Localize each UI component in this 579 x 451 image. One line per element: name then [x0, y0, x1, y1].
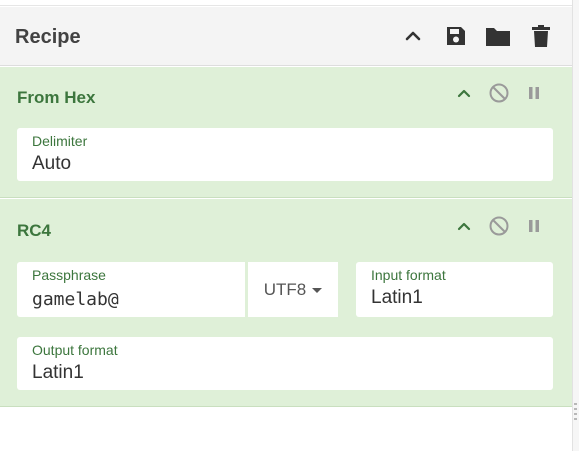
resize-grip — [574, 403, 577, 405]
collapse-all-button[interactable] — [398, 21, 428, 51]
operation-rc4[interactable]: RC4 Passphrase gamelab@ UTF8 Input forma… — [0, 199, 572, 407]
field-label: Output format — [32, 342, 118, 358]
pause-icon — [529, 87, 539, 99]
chevron-up-icon — [457, 222, 471, 231]
op-breakpoint-button[interactable] — [521, 213, 547, 239]
resize-grip — [574, 413, 577, 415]
passphrase-input[interactable]: gamelab@ — [32, 289, 119, 310]
output-format-field[interactable]: Output format Latin1 — [17, 337, 553, 390]
chevron-up-icon — [457, 89, 471, 98]
operation-title: RC4 — [17, 221, 52, 240]
passphrase-field[interactable]: Passphrase gamelab@ UTF8 — [17, 262, 338, 317]
operation-from-hex[interactable]: From Hex Delimiter Auto — [0, 67, 572, 198]
panel-resize-gutter[interactable] — [572, 0, 579, 451]
caret-down-icon — [312, 287, 323, 293]
encoding-value: UTF8 — [263, 279, 307, 299]
op-disable-button[interactable] — [486, 213, 512, 239]
field-label: Delimiter — [32, 133, 88, 149]
recipe-title: Recipe — [15, 26, 81, 48]
operation-title: From Hex — [17, 88, 96, 107]
op-minimise-button[interactable] — [451, 80, 477, 106]
op-breakpoint-button[interactable] — [521, 80, 547, 106]
op-minimise-button[interactable] — [451, 213, 477, 239]
input-format-field[interactable]: Input format Latin1 — [356, 262, 553, 317]
field-value[interactable]: Auto — [32, 153, 71, 175]
folder-icon — [486, 28, 510, 46]
trash-icon — [532, 25, 550, 47]
resize-grip — [574, 418, 577, 420]
clear-recipe-button[interactable] — [526, 21, 556, 51]
save-icon — [447, 27, 465, 45]
disable-icon — [489, 83, 509, 103]
top-strip — [0, 0, 572, 6]
field-label: Input format — [371, 267, 446, 283]
pause-icon — [529, 220, 539, 232]
save-recipe-button[interactable] — [441, 21, 471, 51]
chevron-up-icon — [405, 31, 421, 41]
field-label: Passphrase — [32, 267, 106, 283]
load-recipe-button[interactable] — [483, 21, 513, 51]
field-value[interactable]: Latin1 — [371, 287, 423, 309]
disable-icon — [489, 216, 509, 236]
delimiter-field[interactable]: Delimiter Auto — [17, 128, 553, 181]
encoding-dropdown[interactable]: UTF8 — [245, 262, 338, 317]
recipe-header: Recipe — [0, 7, 572, 66]
op-disable-button[interactable] — [486, 80, 512, 106]
resize-grip — [574, 408, 577, 410]
field-value[interactable]: Latin1 — [32, 362, 84, 384]
